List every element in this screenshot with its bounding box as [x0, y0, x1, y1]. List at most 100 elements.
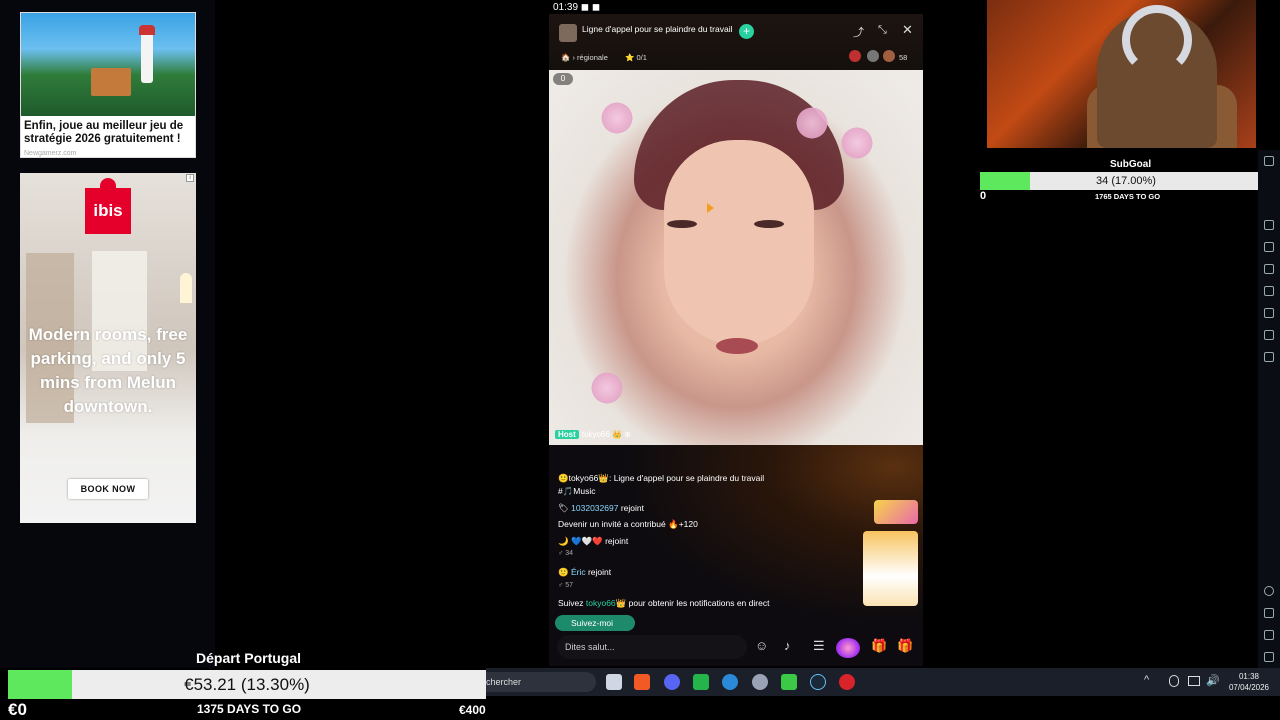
- region-badge[interactable]: 🏠 › régionale: [561, 53, 608, 62]
- game-icon[interactable]: [836, 638, 860, 658]
- chat-message: 🙂 Éric rejoint: [558, 567, 612, 577]
- room-title: Ligne d'appel pour se plaindre du travai…: [582, 24, 733, 34]
- donation-goal-title: Départ Portugal: [196, 650, 302, 666]
- clock-date: 07/04/2026: [1228, 683, 1270, 692]
- clock-time: 01:38: [1238, 672, 1260, 681]
- gift-small-icon[interactable]: 🎁: [871, 638, 887, 654]
- home-icon[interactable]: [1264, 630, 1274, 640]
- sidebar-tool-icon[interactable]: [1264, 308, 1274, 318]
- chat-panel: 🙂tokyo66👑: Ligne d'appel pour se plaindr…: [549, 445, 923, 666]
- volume-icon[interactable]: 🔊: [1206, 674, 1220, 687]
- stream-header: Ligne d'appel pour se plaindre du travai…: [549, 14, 923, 70]
- ad-tagline: Modern rooms, free parking, and only 5 m…: [28, 325, 188, 416]
- video-subject-eye: [667, 220, 697, 228]
- close-icon[interactable]: ✕: [902, 22, 913, 38]
- chat-message: Devenir un invité a contribué 🔥+120: [558, 519, 698, 529]
- subgoal-progress-text: 34 (17.00%): [1096, 175, 1156, 187]
- book-now-button[interactable]: BOOK NOW: [68, 479, 148, 499]
- anniversary-banner[interactable]: [863, 531, 918, 606]
- voice-icon[interactable]: ♪: [784, 638, 791, 653]
- sidebar-tool-icon[interactable]: [1264, 352, 1274, 362]
- mouse-cursor-icon: [707, 203, 714, 213]
- chat-message: Suivez tokyo66👑 pour obtenir les notific…: [558, 598, 770, 608]
- stream-video[interactable]: 0: [549, 70, 923, 445]
- layers-icon[interactable]: [1264, 652, 1274, 662]
- live-stream-app: Ligne d'appel pour se plaindre du travai…: [549, 14, 923, 666]
- headset-icon: [1122, 5, 1192, 75]
- chat-input-placeholder: Dites salut...: [565, 642, 615, 652]
- gift-icon[interactable]: 🎁: [897, 638, 913, 654]
- ad-image: [21, 13, 195, 116]
- game-ad[interactable]: Enfin, joue au meilleur jeu de stratégie…: [20, 12, 196, 158]
- discord-icon[interactable]: [664, 674, 680, 690]
- donation-progress-bar: €53.21 (13.30%): [8, 670, 486, 699]
- ad-info-icon[interactable]: i: [186, 174, 194, 182]
- follow-plus-button[interactable]: +: [739, 24, 754, 39]
- app-circle-icon[interactable]: [752, 674, 768, 690]
- network-icon[interactable]: [1188, 676, 1200, 686]
- microphone-icon[interactable]: [1169, 675, 1179, 687]
- minimize-icon[interactable]: ⤡: [878, 24, 887, 37]
- ad-lamp-graphic: [180, 273, 192, 303]
- brave-icon[interactable]: [634, 674, 650, 690]
- chat-message: 🙂tokyo66👑: Ligne d'appel pour se plaindr…: [558, 473, 765, 483]
- butterfly-filter-icon: [839, 125, 875, 161]
- coin-counter[interactable]: 0: [553, 73, 573, 85]
- emoji-icon[interactable]: ☺: [755, 638, 768, 653]
- viewer-avatar[interactable]: [849, 50, 861, 62]
- menu-icon[interactable]: ☰: [813, 638, 825, 654]
- subgoal-title: SubGoal: [1110, 159, 1152, 170]
- chat-message: 🌙 💙🤍❤️ rejoint: [558, 536, 629, 546]
- ad-source: Newgamerz.com: [24, 150, 77, 157]
- video-subject-face: [664, 140, 814, 345]
- rank-badge[interactable]: ⭐ 0/1: [625, 53, 647, 62]
- viewer-avatar[interactable]: [867, 50, 879, 62]
- host-name: tokyo66: [581, 430, 610, 439]
- ad-title[interactable]: Enfin, joue au meilleur jeu de stratégie…: [24, 120, 194, 146]
- taskbar-clock[interactable]: 01:38 07/04/2026: [1224, 671, 1274, 693]
- phone-status-time: 01:39 ◼ ◼: [553, 2, 601, 13]
- task-view-icon[interactable]: [606, 674, 622, 690]
- donation-min: €0: [8, 700, 27, 719]
- tray-expand-icon[interactable]: ^: [1144, 674, 1149, 686]
- viewer-count[interactable]: 58: [899, 53, 907, 62]
- taskbar-search[interactable]: chercher: [486, 672, 596, 692]
- donation-max: €400: [459, 703, 486, 717]
- chat-message-tag: #🎵Music: [558, 486, 596, 496]
- sidebar-tool-icon[interactable]: [1264, 242, 1274, 252]
- host-avatar[interactable]: [559, 24, 577, 42]
- sidebar-tool-icon[interactable]: [1264, 220, 1274, 230]
- hotel-ad[interactable]: ibis i Modern rooms, free parking, and o…: [20, 173, 196, 523]
- taskbar: chercher ^ 🔊 01:38 07/04/2026: [486, 668, 1280, 696]
- viewer-avatar[interactable]: [883, 50, 895, 62]
- user-level: ♂ 34: [558, 550, 573, 557]
- subgoal-days: 1765 DAYS TO GO: [1095, 192, 1161, 201]
- sidebar-tool-icon[interactable]: [1264, 264, 1274, 274]
- sidebar-tool-icon[interactable]: [1264, 286, 1274, 296]
- share-icon[interactable]: ⤴: [853, 24, 864, 40]
- butterfly-filter-icon: [589, 370, 625, 406]
- sidebar-tool-icon[interactable]: [1264, 156, 1274, 166]
- ibis-logo: ibis: [85, 178, 131, 234]
- settings-icon[interactable]: [1264, 586, 1274, 596]
- butterfly-filter-icon: [794, 105, 830, 141]
- streamer-webcam: [987, 0, 1256, 148]
- sidebar-tool-icon[interactable]: [1264, 330, 1274, 340]
- subgoal-progress-bar: 34 (17.00%): [980, 172, 1272, 190]
- ad-house-graphic: [91, 68, 131, 96]
- steam-icon[interactable]: [810, 674, 826, 690]
- video-subject-eye: [754, 220, 784, 228]
- donation-days: 1375 DAYS TO GO: [197, 702, 302, 716]
- back-icon[interactable]: [1264, 608, 1274, 618]
- pk-banner[interactable]: [874, 500, 918, 524]
- user-level: ♂ 57: [558, 582, 573, 589]
- play-icon[interactable]: [781, 674, 797, 690]
- chat-message: 🏷 1032032697 rejoint: [558, 503, 644, 513]
- follow-me-button[interactable]: Suivez-moi: [555, 615, 635, 631]
- video-subject-mouth: [716, 338, 758, 354]
- host-label: Host: [555, 430, 579, 439]
- browser-icon[interactable]: [722, 674, 738, 690]
- host-tag[interactable]: Host tokyo66 👑 ⊕: [555, 430, 631, 439]
- youtube-icon[interactable]: [839, 674, 855, 690]
- app-green-icon[interactable]: [693, 674, 709, 690]
